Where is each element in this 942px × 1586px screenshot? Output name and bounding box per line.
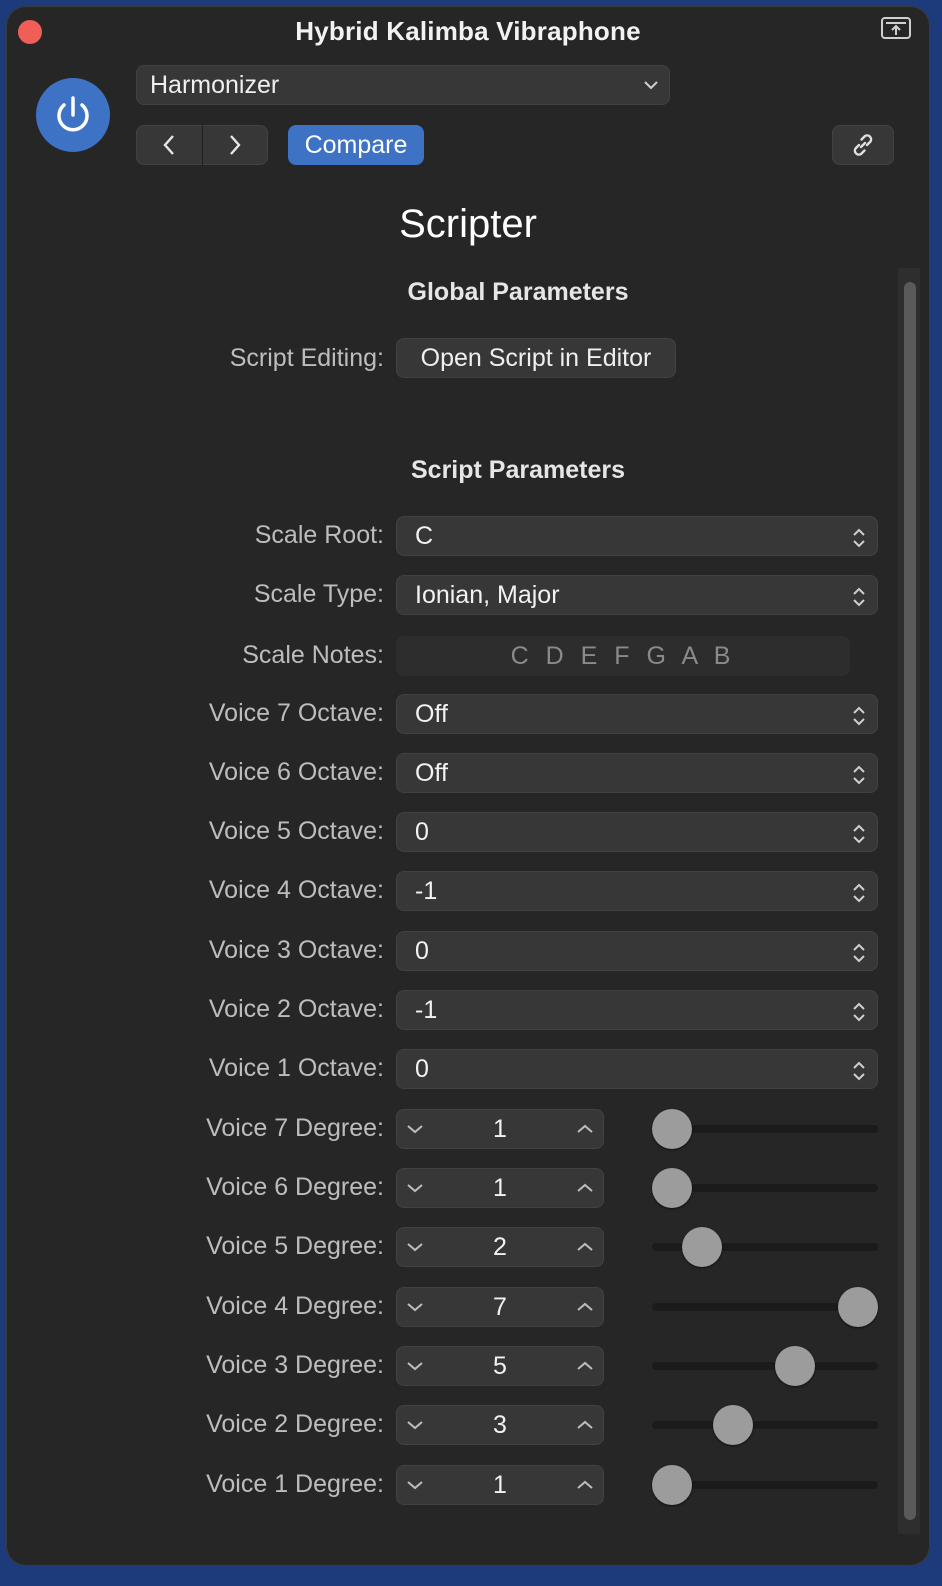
voice-4-degree-label: Voice 4 Degree: xyxy=(206,1292,384,1320)
up-down-chevron-icon xyxy=(850,819,868,859)
voice-6-degree-label: Voice 6 Degree: xyxy=(206,1173,384,1201)
plugin-name: Scripter xyxy=(399,202,537,246)
voice-3-degree-label: Voice 3 Degree: xyxy=(206,1351,384,1379)
voice-5-degree-value: 2 xyxy=(493,1233,507,1261)
voice-4-degree-value: 7 xyxy=(493,1293,507,1321)
voice-2-octave-value: -1 xyxy=(415,996,438,1024)
voice-5-degree-stepper[interactable]: 2 xyxy=(396,1227,604,1267)
up-down-chevron-icon xyxy=(850,701,868,741)
voice-6-octave-select[interactable]: Off xyxy=(396,753,878,793)
voice-4-octave-select[interactable]: -1 xyxy=(396,871,878,911)
up-down-chevron-icon xyxy=(850,523,868,563)
link-button[interactable] xyxy=(832,125,894,165)
voice-3-degree-value: 5 xyxy=(493,1352,507,1380)
preset-nav xyxy=(136,125,268,165)
voice-1-degree-label: Voice 1 Degree: xyxy=(206,1470,384,1498)
link-icon xyxy=(853,134,873,156)
voice-2-degree-slider-track[interactable] xyxy=(652,1421,878,1429)
voice-3-octave-select[interactable]: 0 xyxy=(396,931,878,971)
voice-7-octave-label: Voice 7 Octave: xyxy=(208,699,384,727)
voice-3-degree-slider-knob[interactable] xyxy=(774,1346,815,1386)
voice-7-degree-stepper[interactable]: 1 xyxy=(396,1109,604,1149)
voice-1-degree-slider-knob[interactable] xyxy=(652,1465,692,1505)
voice-6-octave-value: Off xyxy=(415,759,448,787)
scale-root-select[interactable]: C xyxy=(396,516,878,556)
scale-root-value: C xyxy=(415,522,434,550)
voice-6-degree-stepper[interactable]: 1 xyxy=(396,1168,604,1208)
up-down-chevron-icon xyxy=(850,1056,868,1096)
voice-4-octave-label: Voice 4 Octave: xyxy=(208,876,384,904)
voice-1-degree-stepper[interactable]: 1 xyxy=(396,1465,604,1505)
global-parameters-heading: Global Parameters xyxy=(407,278,629,306)
scale-root-label: Scale Root: xyxy=(254,521,384,549)
chevron-up-icon[interactable] xyxy=(574,1237,596,1262)
voice-4-degree-slider-knob[interactable] xyxy=(838,1287,878,1327)
voice-7-octave-value: Off xyxy=(415,700,448,728)
scrollbar-thumb[interactable] xyxy=(904,282,916,1520)
voice-2-degree-label: Voice 2 Degree: xyxy=(206,1410,384,1438)
compare-button[interactable]: Compare xyxy=(288,125,424,165)
up-down-chevron-icon xyxy=(850,760,868,800)
voice-2-octave-label: Voice 2 Octave: xyxy=(208,995,384,1023)
voice-7-degree-slider-knob[interactable] xyxy=(652,1109,692,1149)
scale-type-label: Scale Type: xyxy=(253,580,384,608)
preset-name: Harmonizer xyxy=(150,71,280,99)
scale-type-value: Ionian, Major xyxy=(415,581,560,609)
script-editing-label: Script Editing: xyxy=(229,344,384,372)
voice-3-octave-label: Voice 3 Octave: xyxy=(208,936,384,964)
up-down-chevron-icon xyxy=(850,582,868,622)
chevron-up-icon[interactable] xyxy=(574,1119,596,1144)
up-down-chevron-icon xyxy=(850,878,868,918)
preset-menu[interactable]: Harmonizer xyxy=(136,65,670,105)
voice-2-degree-value: 3 xyxy=(493,1411,507,1439)
next-preset-button[interactable] xyxy=(203,125,269,165)
voice-5-degree-label: Voice 5 Degree: xyxy=(206,1232,384,1260)
chevron-left-icon xyxy=(163,135,174,155)
up-down-chevron-icon xyxy=(850,997,868,1037)
scale-notes-display: C D E F G A B xyxy=(396,636,850,676)
voice-1-degree-value: 1 xyxy=(493,1471,507,1499)
previous-preset-button[interactable] xyxy=(136,125,202,165)
power-button[interactable] xyxy=(36,78,110,152)
chevron-up-icon[interactable] xyxy=(574,1178,596,1203)
voice-4-octave-value: -1 xyxy=(415,877,438,905)
open-script-editor-button[interactable]: Open Script in Editor xyxy=(396,338,676,378)
voice-1-octave-value: 0 xyxy=(415,1055,429,1083)
voice-6-degree-slider-knob[interactable] xyxy=(652,1168,692,1208)
chevron-up-icon[interactable] xyxy=(574,1356,596,1381)
voice-6-octave-label: Voice 6 Octave: xyxy=(208,758,384,786)
voice-7-octave-select[interactable]: Off xyxy=(396,694,878,734)
chevron-up-icon[interactable] xyxy=(574,1415,596,1440)
voice-5-octave-value: 0 xyxy=(415,818,429,846)
voice-2-octave-select[interactable]: -1 xyxy=(396,990,878,1030)
voice-7-degree-value: 1 xyxy=(493,1115,507,1143)
voice-5-octave-select[interactable]: 0 xyxy=(396,812,878,852)
plugin-window: Hybrid Kalimba Vibraphone Harmonizer Com… xyxy=(6,6,930,1566)
scale-notes-label: Scale Notes: xyxy=(242,641,384,669)
voice-1-octave-select[interactable]: 0 xyxy=(396,1049,878,1089)
scale-type-select[interactable]: Ionian, Major xyxy=(396,575,878,615)
voice-2-degree-stepper[interactable]: 3 xyxy=(396,1405,604,1445)
export-icon[interactable] xyxy=(880,16,912,40)
voice-5-degree-slider-knob[interactable] xyxy=(681,1227,722,1267)
voice-2-degree-slider-knob[interactable] xyxy=(713,1405,754,1445)
script-parameters-heading: Script Parameters xyxy=(410,456,625,484)
chevron-right-icon xyxy=(230,135,241,155)
voice-4-degree-stepper[interactable]: 7 xyxy=(396,1287,604,1327)
up-down-chevron-icon xyxy=(850,938,868,978)
voice-3-degree-stepper[interactable]: 5 xyxy=(396,1346,604,1386)
voice-1-octave-label: Voice 1 Octave: xyxy=(208,1054,384,1082)
power-icon xyxy=(57,96,89,132)
voice-5-octave-label: Voice 5 Octave: xyxy=(208,817,384,845)
chevron-down-icon xyxy=(642,65,660,117)
voice-3-octave-value: 0 xyxy=(415,937,429,965)
chevron-up-icon[interactable] xyxy=(574,1297,596,1322)
voice-7-degree-label: Voice 7 Degree: xyxy=(206,1114,384,1142)
chevron-up-icon[interactable] xyxy=(574,1475,596,1500)
window-title: Hybrid Kalimba Vibraphone xyxy=(295,16,641,46)
voice-3-degree-slider-track[interactable] xyxy=(652,1362,878,1370)
voice-6-degree-value: 1 xyxy=(493,1174,507,1202)
